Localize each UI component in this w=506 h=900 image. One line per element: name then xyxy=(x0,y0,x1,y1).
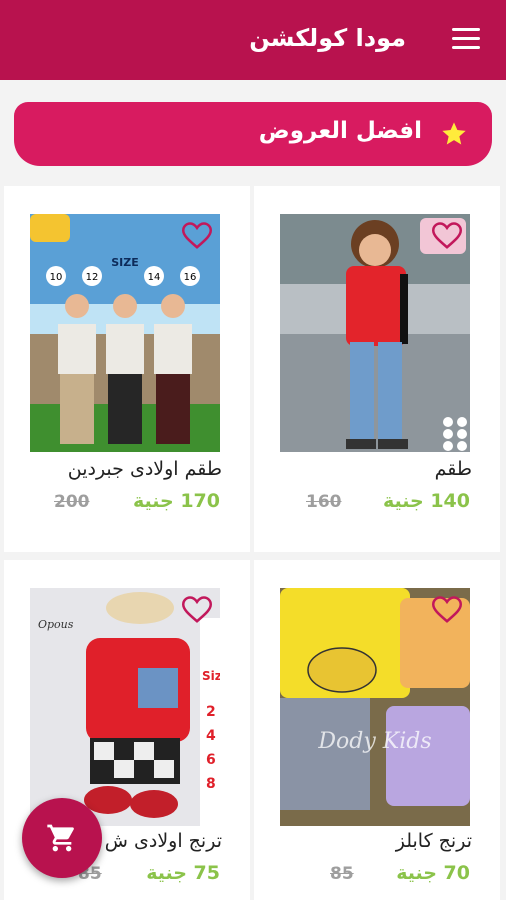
image-size-label: SIZE xyxy=(111,256,139,269)
favorite-heart-icon[interactable] xyxy=(432,596,462,624)
size-tag: 2 xyxy=(206,704,216,720)
product-price: 70 جنية xyxy=(396,862,470,884)
product-old-price: 85 xyxy=(330,864,354,884)
product-old-price: 200 xyxy=(54,492,90,512)
product-price: 140 جنية xyxy=(382,490,470,512)
image-brand-label: Opous xyxy=(38,618,74,631)
size-tag: 14 xyxy=(148,272,161,283)
image-watermark: Dody Kids xyxy=(317,729,431,754)
product-name: طقم xyxy=(434,458,472,480)
product-price: 75 جنية xyxy=(146,862,220,884)
best-offers-label: افضل العروض xyxy=(258,118,422,144)
star-icon xyxy=(442,122,466,145)
size-tag: 10 xyxy=(50,272,63,283)
favorite-heart-icon[interactable] xyxy=(182,596,212,624)
app-bar: مودا كولكشن xyxy=(0,0,506,80)
product-name: طقم اولادى جبردين xyxy=(67,458,222,480)
product-card[interactable]: SIZE 10 12 14 16 طقم اولادى جبردين 170 ج… xyxy=(4,186,250,552)
product-name: ترنج اولادى ش xyxy=(104,830,222,852)
product-card[interactable]: طقم 140 جنية 160 xyxy=(254,186,500,552)
cart-icon xyxy=(47,824,74,852)
size-tag: 4 xyxy=(206,728,216,744)
product-card[interactable]: Dody Kids ترنج كابلز 70 جنية 85 xyxy=(254,560,500,900)
size-tag: 16 xyxy=(184,272,197,283)
size-tag: 8 xyxy=(206,776,216,792)
product-price: 170 جنية xyxy=(132,490,220,512)
size-tag: 12 xyxy=(86,272,99,283)
size-tag: 6 xyxy=(206,752,216,768)
menu-icon[interactable] xyxy=(452,28,480,50)
favorite-heart-icon[interactable] xyxy=(182,222,212,250)
product-name: ترنج كابلز xyxy=(395,830,472,852)
cart-button[interactable] xyxy=(22,798,102,878)
size-tag: Siz xyxy=(202,669,220,683)
favorite-heart-icon[interactable] xyxy=(432,222,462,250)
product-old-price: 160 xyxy=(306,492,342,512)
best-offers-banner[interactable]: افضل العروض xyxy=(14,102,492,166)
app-title: مودا كولكشن xyxy=(249,24,406,52)
